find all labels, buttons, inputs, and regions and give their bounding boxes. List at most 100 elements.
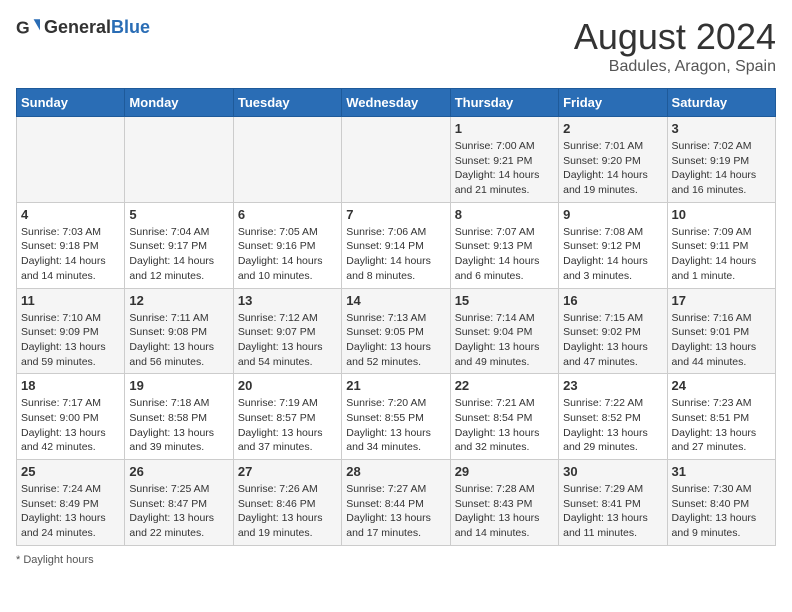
logo-icon: G: [16, 16, 40, 40]
title-block: August 2024 Badules, Aragon, Spain: [574, 16, 776, 76]
day-header-thursday: Thursday: [450, 89, 558, 117]
day-info: Sunrise: 7:17 AM Sunset: 9:00 PM Dayligh…: [21, 396, 120, 455]
day-header-wednesday: Wednesday: [342, 89, 450, 117]
day-info: Sunrise: 7:08 AM Sunset: 9:12 PM Dayligh…: [563, 225, 662, 284]
day-info: Sunrise: 7:25 AM Sunset: 8:47 PM Dayligh…: [129, 482, 228, 541]
calendar-cell-1-0: [17, 117, 125, 203]
logo: G GeneralBlue: [16, 16, 150, 40]
day-info: Sunrise: 7:12 AM Sunset: 9:07 PM Dayligh…: [238, 311, 337, 370]
day-number: 27: [238, 464, 337, 479]
day-info: Sunrise: 7:06 AM Sunset: 9:14 PM Dayligh…: [346, 225, 445, 284]
logo-blue: Blue: [111, 17, 150, 37]
day-number: 5: [129, 207, 228, 222]
day-number: 12: [129, 293, 228, 308]
day-info: Sunrise: 7:02 AM Sunset: 9:19 PM Dayligh…: [672, 139, 771, 198]
day-number: 3: [672, 121, 771, 136]
day-info: Sunrise: 7:29 AM Sunset: 8:41 PM Dayligh…: [563, 482, 662, 541]
calendar-cell-1-6: 3 Sunrise: 7:02 AM Sunset: 9:19 PM Daylig…: [667, 117, 775, 203]
day-info: Sunrise: 7:05 AM Sunset: 9:16 PM Dayligh…: [238, 225, 337, 284]
day-info: Sunrise: 7:07 AM Sunset: 9:13 PM Dayligh…: [455, 225, 554, 284]
day-info: Sunrise: 7:15 AM Sunset: 9:02 PM Dayligh…: [563, 311, 662, 370]
day-number: 19: [129, 378, 228, 393]
calendar-cell-2-6: 10 Sunrise: 7:09 AM Sunset: 9:11 PM Dayli…: [667, 202, 775, 288]
calendar-cell-3-2: 13 Sunrise: 7:12 AM Sunset: 9:07 PM Dayli…: [233, 288, 341, 374]
day-info: Sunrise: 7:04 AM Sunset: 9:17 PM Dayligh…: [129, 225, 228, 284]
day-info: Sunrise: 7:01 AM Sunset: 9:20 PM Dayligh…: [563, 139, 662, 198]
calendar-cell-4-1: 19 Sunrise: 7:18 AM Sunset: 8:58 PM Dayli…: [125, 374, 233, 460]
day-info: Sunrise: 7:09 AM Sunset: 9:11 PM Dayligh…: [672, 225, 771, 284]
day-info: Sunrise: 7:22 AM Sunset: 8:52 PM Dayligh…: [563, 396, 662, 455]
day-info: Sunrise: 7:11 AM Sunset: 9:08 PM Dayligh…: [129, 311, 228, 370]
day-number: 20: [238, 378, 337, 393]
calendar-cell-4-2: 20Sunrise: 7:19 AM Sunset: 8:57 PM Dayli…: [233, 374, 341, 460]
day-number: 26: [129, 464, 228, 479]
header: G GeneralBlue August 2024 Badules, Arago…: [16, 16, 776, 76]
calendar-title: August 2024: [574, 16, 776, 58]
day-header-saturday: Saturday: [667, 89, 775, 117]
calendar-cell-1-1: [125, 117, 233, 203]
day-number: 13: [238, 293, 337, 308]
logo-text: GeneralBlue: [44, 18, 150, 38]
calendar-cell-2-5: 9 Sunrise: 7:08 AM Sunset: 9:12 PM Daylig…: [559, 202, 667, 288]
day-info: Sunrise: 7:18 AM Sunset: 8:58 PM Dayligh…: [129, 396, 228, 455]
calendar-cell-4-4: 22 Sunrise: 7:21 AM Sunset: 8:54 PM Dayli…: [450, 374, 558, 460]
day-number: 29: [455, 464, 554, 479]
day-info: Sunrise: 7:21 AM Sunset: 8:54 PM Dayligh…: [455, 396, 554, 455]
day-info: Sunrise: 7:24 AM Sunset: 8:49 PM Dayligh…: [21, 482, 120, 541]
calendar-cell-3-4: 15Sunrise: 7:14 AM Sunset: 9:04 PM Dayli…: [450, 288, 558, 374]
day-number: 4: [21, 207, 120, 222]
day-number: 1: [455, 121, 554, 136]
logo-general: General: [44, 17, 111, 37]
calendar-week-4: 18 Sunrise: 7:17 AM Sunset: 9:00 PM Dayli…: [17, 374, 776, 460]
day-number: 23: [563, 378, 662, 393]
calendar-cell-5-3: 28Sunrise: 7:27 AM Sunset: 8:44 PM Dayli…: [342, 460, 450, 546]
calendar-cell-2-0: 4Sunrise: 7:03 AM Sunset: 9:18 PM Daylig…: [17, 202, 125, 288]
day-number: 28: [346, 464, 445, 479]
calendar-subtitle: Badules, Aragon, Spain: [574, 58, 776, 76]
day-info: Sunrise: 7:10 AM Sunset: 9:09 PM Dayligh…: [21, 311, 120, 370]
day-info: Sunrise: 7:26 AM Sunset: 8:46 PM Dayligh…: [238, 482, 337, 541]
svg-text:G: G: [16, 18, 30, 38]
day-number: 10: [672, 207, 771, 222]
day-header-tuesday: Tuesday: [233, 89, 341, 117]
calendar-cell-5-1: 26 Sunrise: 7:25 AM Sunset: 8:47 PM Dayli…: [125, 460, 233, 546]
day-info: Sunrise: 7:28 AM Sunset: 8:43 PM Dayligh…: [455, 482, 554, 541]
day-header-sunday: Sunday: [17, 89, 125, 117]
calendar-cell-1-2: [233, 117, 341, 203]
calendar-cell-5-4: 29 Sunrise: 7:28 AM Sunset: 8:43 PM Dayli…: [450, 460, 558, 546]
day-info: Sunrise: 7:20 AM Sunset: 8:55 PM Dayligh…: [346, 396, 445, 455]
calendar-cell-5-5: 30Sunrise: 7:29 AM Sunset: 8:41 PM Dayli…: [559, 460, 667, 546]
calendar-cell-3-6: 17 Sunrise: 7:16 AM Sunset: 9:01 PM Dayli…: [667, 288, 775, 374]
calendar-cell-2-1: 5 Sunrise: 7:04 AM Sunset: 9:17 PM Daylig…: [125, 202, 233, 288]
calendar-week-1: 1 Sunrise: 7:00 AM Sunset: 9:21 PM Daylig…: [17, 117, 776, 203]
footer-note: * Daylight hours: [16, 554, 776, 566]
day-number: 9: [563, 207, 662, 222]
day-info: Sunrise: 7:30 AM Sunset: 8:40 PM Dayligh…: [672, 482, 771, 541]
calendar-cell-4-0: 18 Sunrise: 7:17 AM Sunset: 9:00 PM Dayli…: [17, 374, 125, 460]
day-info: Sunrise: 7:14 AM Sunset: 9:04 PM Dayligh…: [455, 311, 554, 370]
day-info: Sunrise: 7:13 AM Sunset: 9:05 PM Dayligh…: [346, 311, 445, 370]
day-info: Sunrise: 7:16 AM Sunset: 9:01 PM Dayligh…: [672, 311, 771, 370]
footer-text: Daylight hours: [23, 554, 93, 566]
day-number: 18: [21, 378, 120, 393]
calendar-body: 1 Sunrise: 7:00 AM Sunset: 9:21 PM Daylig…: [17, 117, 776, 546]
calendar-cell-3-1: 12 Sunrise: 7:11 AM Sunset: 9:08 PM Dayli…: [125, 288, 233, 374]
day-header-monday: Monday: [125, 89, 233, 117]
calendar-cell-5-6: 31Sunrise: 7:30 AM Sunset: 8:40 PM Dayli…: [667, 460, 775, 546]
day-number: 6: [238, 207, 337, 222]
calendar-week-5: 25Sunrise: 7:24 AM Sunset: 8:49 PM Dayli…: [17, 460, 776, 546]
day-number: 22: [455, 378, 554, 393]
calendar-table: SundayMondayTuesdayWednesdayThursdayFrid…: [16, 88, 776, 546]
day-number: 21: [346, 378, 445, 393]
calendar-header: SundayMondayTuesdayWednesdayThursdayFrid…: [17, 89, 776, 117]
day-number: 17: [672, 293, 771, 308]
calendar-cell-2-3: 7Sunrise: 7:06 AM Sunset: 9:14 PM Daylig…: [342, 202, 450, 288]
day-number: 14: [346, 293, 445, 308]
calendar-cell-5-0: 25Sunrise: 7:24 AM Sunset: 8:49 PM Dayli…: [17, 460, 125, 546]
day-number: 16: [563, 293, 662, 308]
calendar-cell-4-6: 24Sunrise: 7:23 AM Sunset: 8:51 PM Dayli…: [667, 374, 775, 460]
day-info: Sunrise: 7:00 AM Sunset: 9:21 PM Dayligh…: [455, 139, 554, 198]
calendar-week-3: 11Sunrise: 7:10 AM Sunset: 9:09 PM Dayli…: [17, 288, 776, 374]
calendar-cell-2-2: 6 Sunrise: 7:05 AM Sunset: 9:16 PM Daylig…: [233, 202, 341, 288]
calendar-cell-4-5: 23 Sunrise: 7:22 AM Sunset: 8:52 PM Dayli…: [559, 374, 667, 460]
